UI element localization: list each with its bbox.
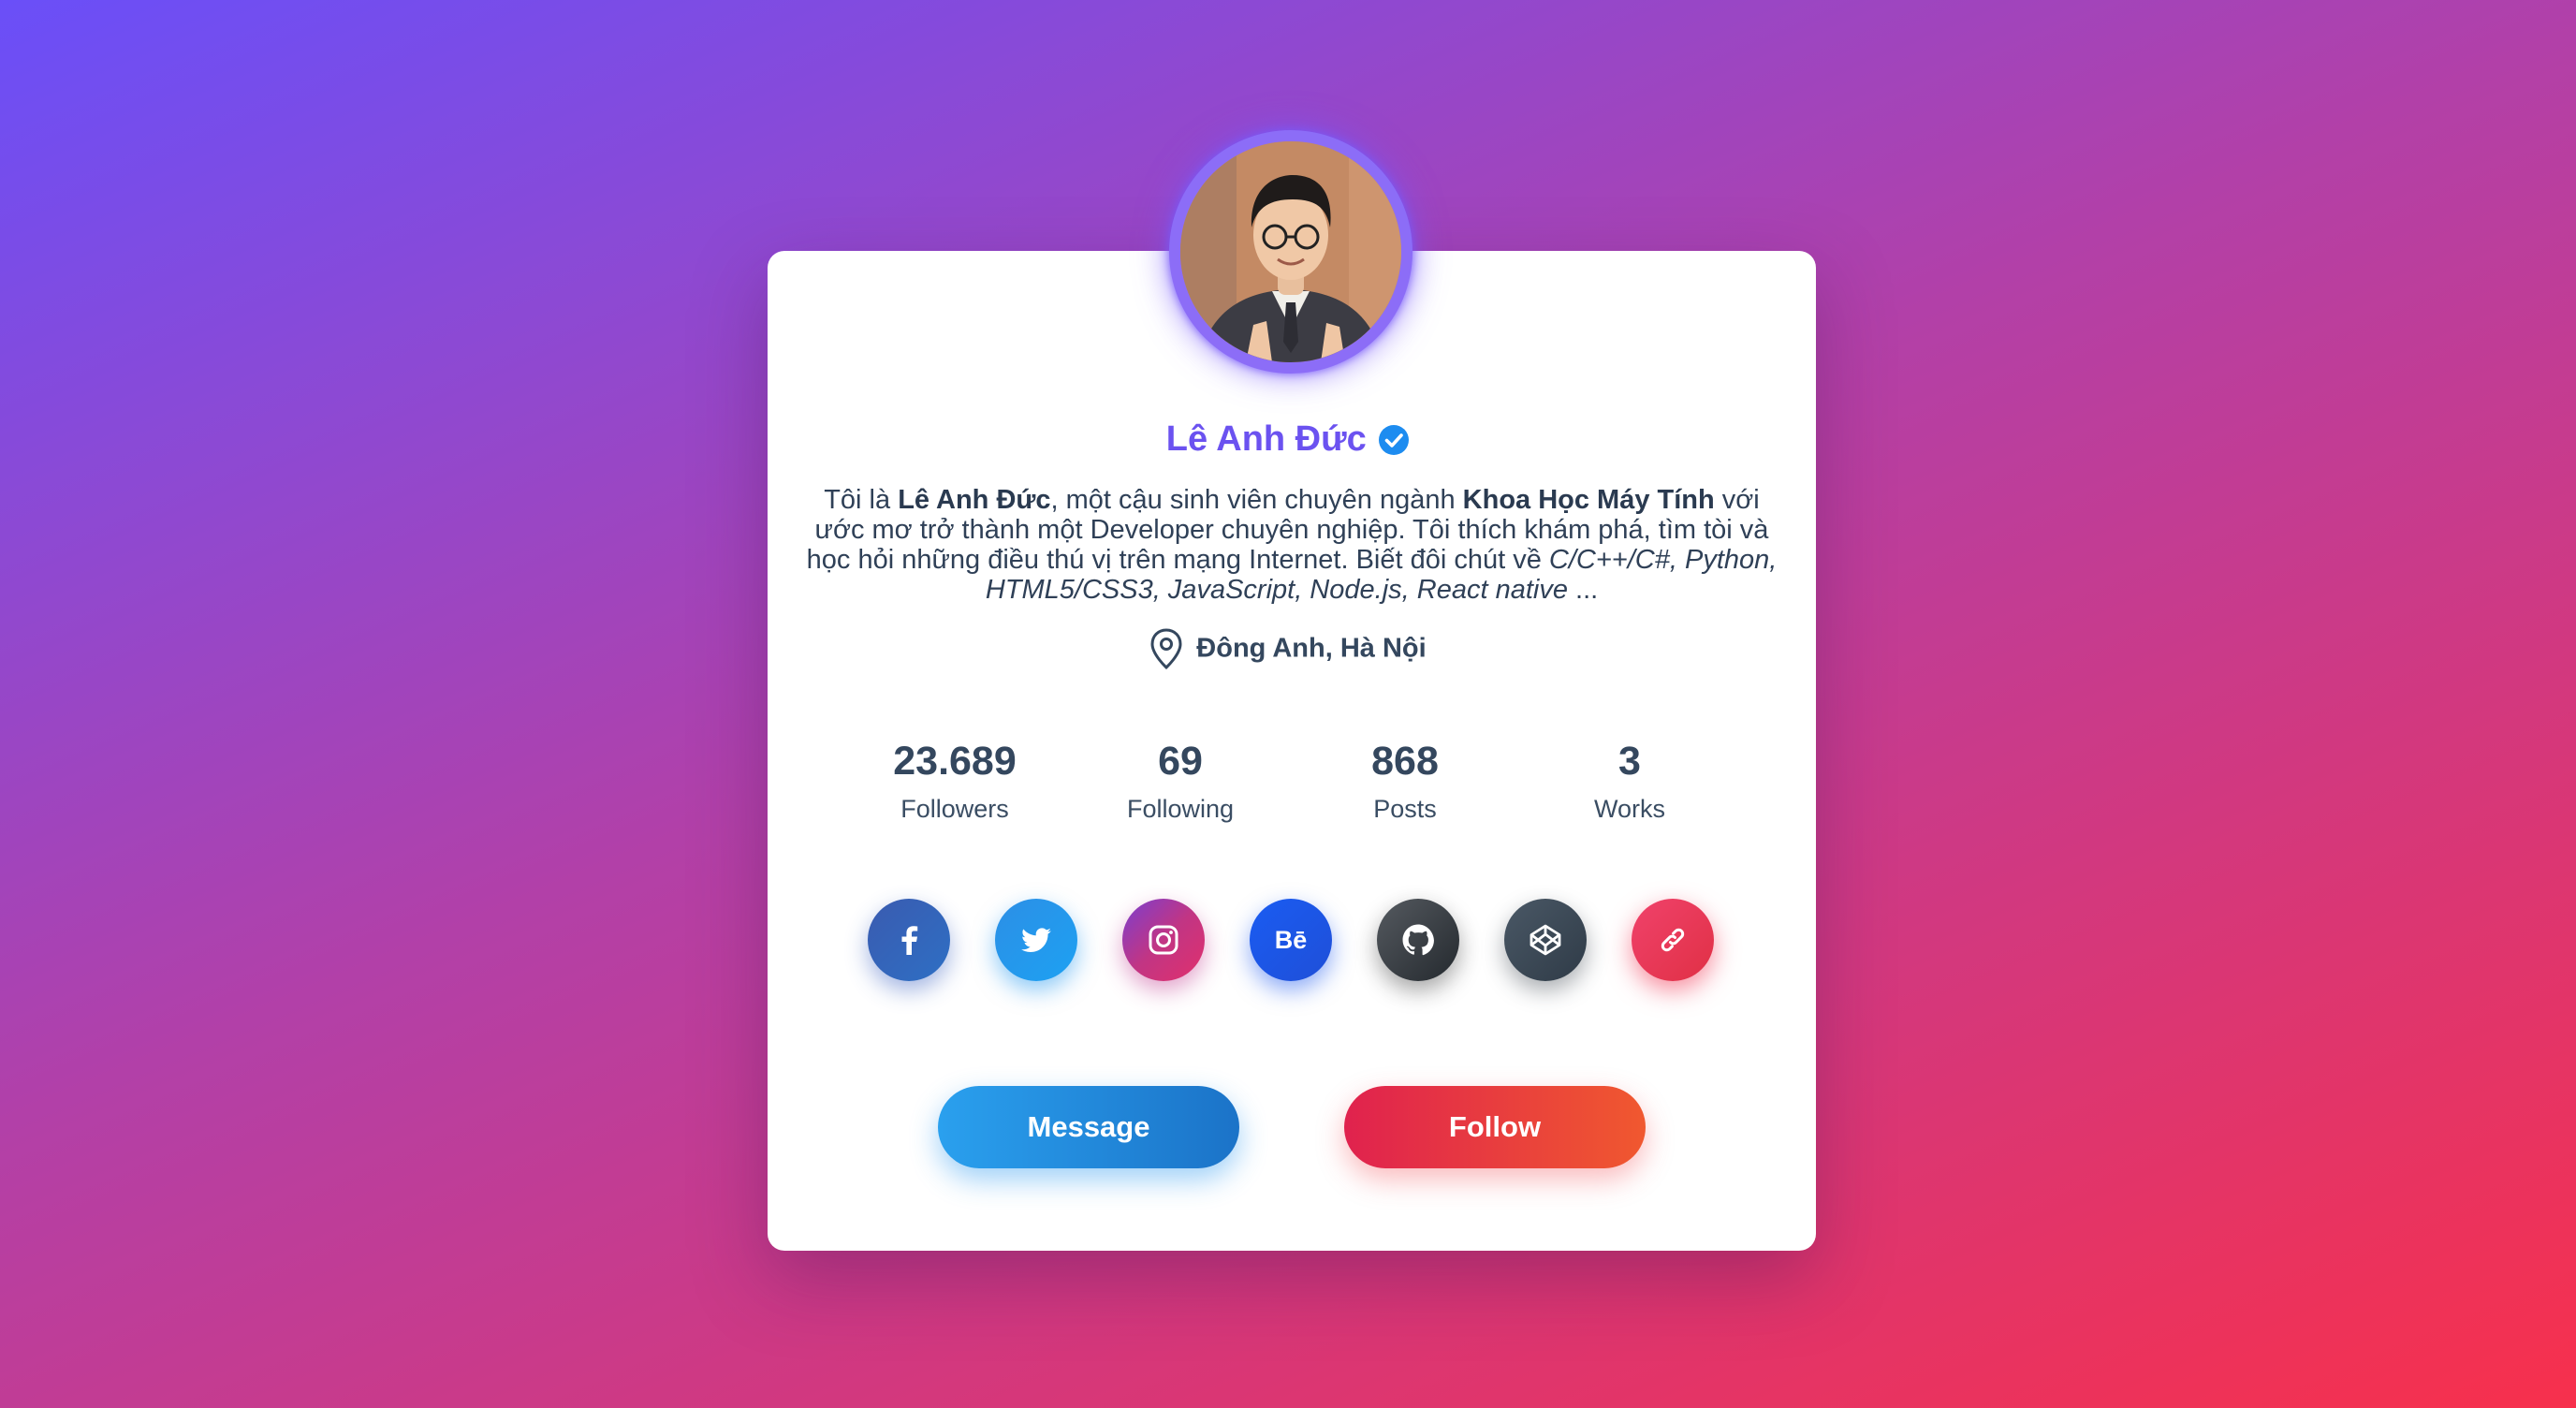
- stat-works[interactable]: 3 Works: [1517, 734, 1742, 826]
- avatar-photo: [1180, 141, 1401, 362]
- avatar[interactable]: [1169, 130, 1412, 374]
- bio-text: Tôi là: [824, 485, 899, 515]
- bio-text: , một cậu sinh viên chuyên ngành: [1050, 485, 1463, 515]
- behance-icon: Bē: [1274, 925, 1308, 954]
- bio-name-bold: Lê Anh Đức: [898, 485, 1051, 515]
- verified-badge-icon: [1378, 424, 1410, 456]
- message-button[interactable]: Message: [938, 1086, 1239, 1168]
- stat-value: 69: [1158, 739, 1203, 784]
- profile-bio: Tôi là Lê Anh Đức, một cậu sinh viên chu…: [805, 485, 1778, 605]
- bio-major-bold: Khoa Học Máy Tính: [1462, 485, 1715, 515]
- codepen-button[interactable]: [1504, 899, 1587, 981]
- github-icon: [1402, 924, 1434, 956]
- facebook-icon: [901, 926, 918, 955]
- stat-followers[interactable]: 23.689 Followers: [842, 734, 1067, 826]
- profile-location: Đông Anh, Hà Nội: [0, 627, 2576, 670]
- stat-label: Following: [1126, 795, 1235, 823]
- stat-value: 868: [1371, 739, 1439, 784]
- profile-name: Lê Anh Đức: [1165, 419, 1367, 459]
- stat-label: Posts: [1373, 795, 1437, 823]
- instagram-button[interactable]: [1122, 899, 1205, 981]
- stat-label: Works: [1593, 795, 1665, 823]
- location-pin-icon: [1149, 627, 1183, 670]
- instagram-icon: [1149, 925, 1178, 955]
- profile-name-row: Lê Anh Đức: [0, 419, 2576, 460]
- stat-label: Followers: [900, 795, 1009, 823]
- facebook-button[interactable]: [868, 899, 950, 981]
- link-button[interactable]: [1632, 899, 1714, 981]
- behance-button[interactable]: Bē: [1250, 899, 1332, 981]
- codepen-icon: [1530, 924, 1561, 956]
- stat-value: 23.689: [893, 739, 1017, 784]
- twitter-icon: [1021, 928, 1051, 952]
- location-text: Đông Anh, Hà Nội: [1196, 633, 1427, 664]
- link-icon: [1661, 928, 1685, 952]
- bio-text: ...: [1567, 575, 1599, 605]
- stat-following[interactable]: 69 Following: [1068, 734, 1293, 826]
- github-button[interactable]: [1377, 899, 1459, 981]
- follow-button[interactable]: Follow: [1344, 1086, 1646, 1168]
- stat-posts[interactable]: 868 Posts: [1293, 734, 1517, 826]
- stat-value: 3: [1618, 739, 1641, 784]
- twitter-button[interactable]: [995, 899, 1077, 981]
